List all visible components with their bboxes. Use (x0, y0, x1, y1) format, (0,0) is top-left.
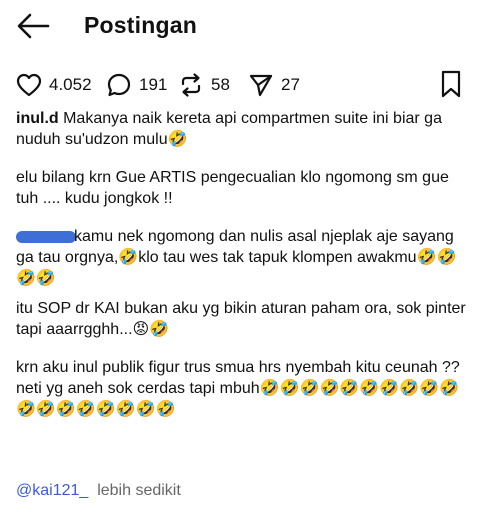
comments-count: 191 (139, 75, 168, 94)
mention-link[interactable]: @kai121_ (16, 482, 88, 499)
send-icon (249, 74, 273, 97)
show-less-button[interactable]: lebih sedikit (97, 482, 181, 499)
comment-icon (107, 73, 131, 97)
caption-text: kamu nek ngomong dan nulis asal njeplak … (16, 228, 457, 287)
shares-count: 27 (281, 75, 300, 94)
likes-count: 4.052 (49, 75, 92, 94)
page-title: Postingan (84, 12, 197, 38)
like-button[interactable]: 4.052 (16, 68, 92, 102)
repost-button[interactable]: 58 (178, 68, 230, 102)
repost-icon (181, 73, 201, 97)
caption-text: krn aku inul publik figur trus smua hrs … (16, 359, 460, 376)
post-caption: inul.d Makanya naik kereta api compartme… (16, 108, 468, 437)
reposts-count: 58 (211, 75, 230, 94)
comment-button[interactable]: 191 (106, 68, 167, 102)
post-footer: @kai121_ lebih sedikit (16, 482, 181, 500)
top-bar: Postingan (0, 0, 480, 52)
post-username[interactable]: inul.d (16, 110, 59, 127)
bookmark-icon (441, 70, 461, 98)
redaction-mark (16, 230, 76, 243)
action-bar: 4.052 191 58 27 (0, 68, 480, 102)
caption-text: Makanya naik kereta api compartmen suite… (16, 110, 442, 148)
caption-paragraph: inul.d Makanya naik kereta api compartme… (16, 108, 468, 150)
caption-paragraph: krn aku inul publik figur trus smua hrs … (16, 357, 468, 420)
share-button[interactable]: 27 (248, 68, 300, 102)
heart-icon (16, 73, 42, 97)
caption-paragraph: itu SOP dr KAI bukan aku yg bikin aturan… (16, 300, 466, 338)
bookmark-button[interactable] (440, 70, 462, 103)
caption-paragraph: elu bilang krn Gue ARTIS pengecualian kl… (16, 169, 449, 207)
back-arrow-icon[interactable] (16, 10, 52, 42)
caption-text: neti yg aneh sok cerdas tapi mbuh🤣🤣🤣🤣🤣🤣🤣… (16, 380, 459, 418)
caption-paragraph: kamu nek ngomong dan nulis asal njeplak … (16, 226, 468, 289)
